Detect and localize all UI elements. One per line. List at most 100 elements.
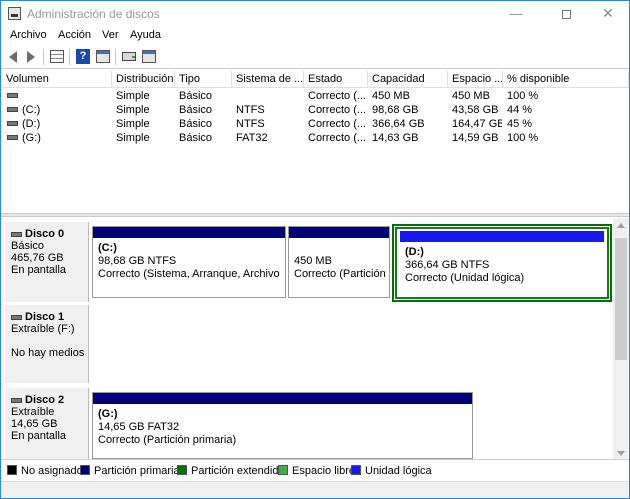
legend-label: Partición extendida bbox=[191, 465, 285, 477]
partition-name: (G:) bbox=[98, 408, 118, 420]
scroll-up-arrow-icon[interactable] bbox=[617, 223, 625, 228]
volume-name: (D:) bbox=[22, 118, 41, 130]
legend-label: Unidad lógica bbox=[365, 465, 432, 477]
partition-name bbox=[294, 242, 385, 255]
toolbar-separator bbox=[69, 49, 70, 65]
volume-capacity: 14,63 GB bbox=[372, 132, 419, 144]
menu-accion[interactable]: Acción bbox=[58, 29, 91, 41]
scrollbar-thumb[interactable] bbox=[615, 238, 627, 360]
legend: No asignado Partición primaria Partición… bbox=[1, 459, 629, 481]
menu-bar: Archivo Acción Ver Ayuda bbox=[1, 27, 629, 45]
volume-percent-free: 45 % bbox=[507, 118, 533, 130]
legend-label: Espacio libre bbox=[292, 465, 355, 477]
disk-name: Disco 0 bbox=[25, 228, 65, 240]
disk-kind: Básico bbox=[11, 240, 45, 252]
volume-icon bbox=[7, 107, 18, 112]
forward-arrow-icon bbox=[27, 51, 35, 63]
volume-type: Básico bbox=[179, 118, 213, 130]
volume-free-space: 14,59 GB bbox=[452, 132, 499, 144]
partition-info: 450 MB Correcto (Partición d bbox=[294, 242, 385, 281]
disk-1-label[interactable]: Disco 1 Extraíble (F:) No hay medios bbox=[5, 305, 89, 383]
connect-drive-button[interactable] bbox=[121, 49, 137, 65]
column-tipo[interactable]: Tipo bbox=[175, 71, 232, 88]
volume-name bbox=[22, 89, 110, 103]
partition-status: Correcto (Sistema, Arranque, Archivo de … bbox=[98, 268, 281, 280]
column-porcentaje-disponible[interactable]: % disponible bbox=[503, 71, 629, 88]
properties-button[interactable] bbox=[49, 49, 65, 65]
volume-status: Correcto (... bbox=[308, 90, 367, 102]
volume-status: Correcto (... bbox=[308, 104, 367, 116]
disk-view-button[interactable] bbox=[141, 49, 157, 65]
column-espacio-disponible[interactable]: Espacio ... bbox=[448, 71, 503, 88]
primary-partition-bar bbox=[289, 227, 389, 238]
volume-status: Correcto (... bbox=[308, 118, 367, 130]
legend-label: Partición primaria bbox=[94, 465, 180, 477]
back-arrow-icon bbox=[9, 51, 17, 63]
back-button[interactable] bbox=[5, 49, 21, 65]
volume-percent-free: 44 % bbox=[507, 104, 533, 116]
disk-name: Disco 2 bbox=[25, 394, 65, 406]
column-sistema-archivos[interactable]: Sistema de ... bbox=[232, 71, 304, 88]
partition-recovery[interactable]: 450 MB Correcto (Partición d bbox=[288, 226, 390, 298]
pane-splitter[interactable] bbox=[1, 213, 629, 217]
column-estado[interactable]: Estado bbox=[304, 71, 368, 88]
scroll-down-arrow-icon[interactable] bbox=[617, 451, 625, 456]
disk-name: Disco 1 bbox=[25, 311, 65, 323]
volume-percent-free: 100 % bbox=[507, 90, 539, 102]
menu-ver[interactable]: Ver bbox=[102, 29, 119, 41]
column-volumen[interactable]: Volumen bbox=[2, 71, 112, 88]
partition-d[interactable]: (D:) 366,64 GB NTFS Correcto (Unidad lóg… bbox=[395, 227, 609, 299]
forward-button[interactable] bbox=[23, 49, 39, 65]
partition-c[interactable]: (C:) 98,68 GB NTFS Correcto (Sistema, Ar… bbox=[92, 226, 286, 298]
disk-icon bbox=[11, 314, 22, 320]
volume-row[interactable]: Simple Básico Correcto (... 450 MB 450 M… bbox=[2, 89, 629, 103]
legend-swatch-primary bbox=[80, 465, 90, 475]
volume-layout: Simple bbox=[116, 104, 150, 116]
volume-free-space: 164,47 GB bbox=[452, 118, 502, 130]
volume-layout: Simple bbox=[116, 132, 150, 144]
partition-info: (C:) 98,68 GB NTFS Correcto (Sistema, Ar… bbox=[98, 242, 281, 281]
volume-filesystem: NTFS bbox=[236, 118, 265, 130]
partition-g[interactable]: (G:) 14,65 GB FAT32 Correcto (Partición … bbox=[92, 392, 473, 459]
primary-partition-bar bbox=[93, 393, 472, 404]
volume-icon bbox=[7, 121, 18, 126]
volume-row[interactable]: (G:) Simple Básico FAT32 Correcto (... 1… bbox=[2, 131, 629, 145]
column-distribucion[interactable]: Distribución bbox=[112, 71, 175, 88]
help-button[interactable]: ? bbox=[75, 49, 91, 65]
status-bar bbox=[1, 481, 629, 498]
disk-management-window: Administración de discos — ✕ Archivo Acc… bbox=[0, 0, 630, 499]
disk-0-label[interactable]: Disco 0 Básico 465,76 GB En pantalla bbox=[5, 222, 89, 302]
disk-state: En pantalla bbox=[11, 264, 67, 276]
volume-capacity: 98,68 GB bbox=[372, 104, 419, 116]
legend-swatch-free-space bbox=[278, 465, 288, 475]
disk-kind: Extraíble bbox=[11, 406, 55, 418]
volume-layout: Simple bbox=[116, 118, 150, 130]
minimize-button[interactable]: — bbox=[493, 1, 539, 27]
console-button[interactable] bbox=[95, 49, 111, 65]
close-button[interactable]: ✕ bbox=[585, 1, 629, 27]
volume-capacity: 366,64 GB bbox=[372, 118, 425, 130]
disk-map: Disco 0 Básico 465,76 GB En pantalla (C:… bbox=[2, 218, 629, 459]
partition-info: (G:) 14,65 GB FAT32 Correcto (Partición … bbox=[98, 408, 468, 447]
volume-type: Básico bbox=[179, 104, 213, 116]
volume-name: (G:) bbox=[22, 132, 41, 144]
disk-icon bbox=[11, 231, 22, 237]
toolbar: ? bbox=[1, 45, 629, 69]
disk-2-partitions: (G:) 14,65 GB FAT32 Correcto (Partición … bbox=[90, 388, 612, 459]
legend-item: Partición extendida bbox=[177, 465, 285, 477]
properties-grid-icon bbox=[50, 50, 64, 63]
menu-ayuda[interactable]: Ayuda bbox=[130, 29, 161, 41]
disk-2-label[interactable]: Disco 2 Extraíble 14,65 GB En pantalla bbox=[5, 388, 89, 459]
window-title: Administración de discos bbox=[27, 7, 160, 21]
volume-row[interactable]: (D:) Simple Básico NTFS Correcto (... 36… bbox=[2, 117, 629, 131]
volume-row[interactable]: (C:) Simple Básico NTFS Correcto (... 98… bbox=[2, 103, 629, 117]
volume-capacity: 450 MB bbox=[372, 90, 410, 102]
partition-detail: 450 MB bbox=[294, 255, 332, 267]
menu-archivo[interactable]: Archivo bbox=[10, 29, 47, 41]
column-capacidad[interactable]: Capacidad bbox=[368, 71, 448, 88]
maximize-button[interactable] bbox=[543, 1, 589, 27]
volume-percent-free: 100 % bbox=[507, 132, 539, 144]
legend-swatch-extended bbox=[177, 465, 187, 475]
disk-management-app-icon bbox=[8, 7, 21, 20]
maximize-icon bbox=[561, 10, 571, 20]
